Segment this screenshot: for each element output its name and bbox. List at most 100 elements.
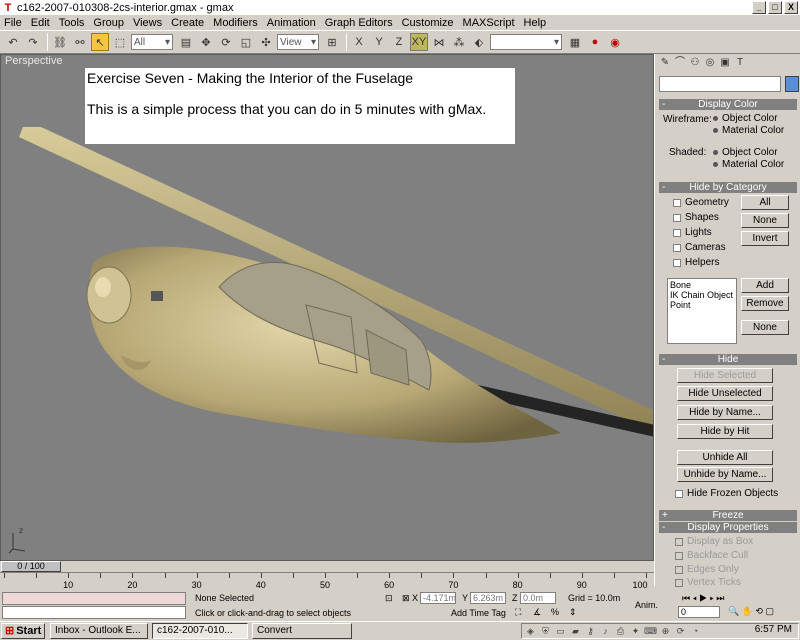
named-selection-dropdown[interactable]: ▾ <box>490 34 562 50</box>
minimize-button[interactable]: _ <box>752 1 766 14</box>
menu-tools[interactable]: Tools <box>59 17 85 29</box>
shield-icon[interactable]: ⛨ <box>539 625 552 637</box>
quick-render-icon[interactable]: ◉ <box>606 33 624 51</box>
hide-by-name-button[interactable]: Hide by Name... <box>677 405 773 420</box>
taskbar-outlook[interactable]: Inbox - Outlook E... <box>50 623 148 639</box>
speaker-icon[interactable]: ♪ <box>599 625 612 637</box>
start-button[interactable]: ⊞ Start <box>1 623 45 639</box>
folder-icon[interactable]: ▰ <box>569 625 582 637</box>
material-editor-icon[interactable]: ▦ <box>566 33 584 51</box>
shapes-checkbox[interactable]: Shapes <box>673 212 719 223</box>
absolute-mode-icon[interactable]: ⊠ <box>402 593 410 604</box>
undo-icon[interactable]: ↶ <box>4 33 22 51</box>
menu-help[interactable]: Help <box>524 17 547 29</box>
create-tab-icon[interactable]: ✎ <box>659 57 671 69</box>
hide-by-hit-button[interactable]: Hide by Hit <box>677 424 773 439</box>
move-icon[interactable]: ✥ <box>197 33 215 51</box>
snap-icon[interactable]: ⛶ <box>515 607 521 618</box>
select-by-name-icon[interactable]: ▤ <box>177 33 195 51</box>
y-coordinate-field[interactable]: 6.263m <box>470 592 506 604</box>
backface-cull-checkbox[interactable]: Backface Cull <box>675 550 748 561</box>
edges-only-checkbox[interactable]: Edges Only <box>675 564 739 575</box>
unhide-all-button[interactable]: Unhide All <box>677 450 773 465</box>
hierarchy-tab-icon[interactable]: ⚇ <box>689 57 701 69</box>
hide-selected-button[interactable]: Hide Selected <box>677 368 773 383</box>
region-select-icon[interactable]: ⬚ <box>111 33 129 51</box>
remove-button[interactable]: Remove <box>741 296 789 311</box>
taskbar-gmax[interactable]: c162-2007-010... <box>152 623 248 639</box>
vertex-ticks-checkbox[interactable]: Vertex Ticks <box>675 577 741 588</box>
printer-icon[interactable]: ⎙ <box>614 625 627 637</box>
hide-by-category-rollout[interactable]: - Hide by Category <box>659 182 797 193</box>
menu-maxscript[interactable]: MAXScript <box>463 17 515 29</box>
menu-group[interactable]: Group <box>93 17 124 29</box>
category-list[interactable]: Bone IK Chain Object Point <box>667 278 737 344</box>
menu-file[interactable]: File <box>4 17 22 29</box>
display-color-rollout[interactable]: - Display Color <box>659 99 797 110</box>
menu-create[interactable]: Create <box>171 17 204 29</box>
geometry-checkbox[interactable]: Geometry <box>673 197 729 208</box>
transform-gizmo-icon[interactable]: ✣ <box>257 33 275 51</box>
select-and-link-icon[interactable]: ⛓ <box>51 33 69 51</box>
array-icon[interactable]: ⁂ <box>450 33 468 51</box>
time-slider-thumb[interactable]: 0 / 100 <box>1 561 61 572</box>
lock-selection-icon[interactable]: ⊡ <box>385 593 393 604</box>
network-icon[interactable]: ◈ <box>524 625 537 637</box>
volume-icon[interactable]: ◔ <box>689 625 702 637</box>
maximize-button[interactable]: □ <box>768 1 782 14</box>
sync-icon[interactable]: ⟳ <box>674 625 687 637</box>
shaded-material-color-radio[interactable]: Material Color <box>713 159 784 170</box>
object-color-swatch[interactable] <box>785 76 799 92</box>
add-button[interactable]: Add <box>741 278 789 293</box>
unhide-by-name-button[interactable]: Unhide by Name... <box>677 467 773 482</box>
hide-frozen-checkbox[interactable]: Hide Frozen Objects <box>675 488 778 499</box>
menu-customize[interactable]: Customize <box>402 17 454 29</box>
modify-tab-icon[interactable]: ⌒ <box>674 57 686 69</box>
z-coordinate-field[interactable]: 0.0m <box>520 592 556 604</box>
current-frame-field[interactable]: 0 <box>678 606 720 618</box>
color-palette-icon[interactable]: ✦ <box>629 625 642 637</box>
object-name-field[interactable] <box>659 76 781 92</box>
list-none-button[interactable]: None <box>741 320 789 335</box>
spinner-snap-icon[interactable]: ⇕ <box>569 607 577 618</box>
lights-checkbox[interactable]: Lights <box>673 227 712 238</box>
viewport-label[interactable]: Perspective <box>5 55 62 67</box>
list-item[interactable]: Point <box>670 300 734 310</box>
pivot-center-icon[interactable]: ⊞ <box>323 33 341 51</box>
invert-button[interactable]: Invert <box>741 231 789 246</box>
viewport-nav-icons[interactable]: 🔍 ✋ ⟲ ▢ <box>728 606 774 617</box>
menu-modifiers[interactable]: Modifiers <box>213 17 258 29</box>
keyboard-icon[interactable]: ⌨ <box>644 625 657 637</box>
lock-icon[interactable]: ⚷ <box>584 625 597 637</box>
close-button[interactable]: X <box>784 1 798 14</box>
motion-tab-icon[interactable]: ◎ <box>704 57 716 69</box>
axis-x-icon[interactable]: X <box>350 33 368 51</box>
scale-icon[interactable]: ◱ <box>237 33 255 51</box>
selection-filter-dropdown[interactable]: All ▾ <box>131 34 173 50</box>
maxscript-listener-field[interactable] <box>2 592 186 605</box>
cameras-checkbox[interactable]: Cameras <box>673 242 726 253</box>
menu-graph-editors[interactable]: Graph Editors <box>325 17 393 29</box>
unlink-icon[interactable]: ⚯ <box>71 33 89 51</box>
menu-animation[interactable]: Animation <box>267 17 316 29</box>
select-object-icon[interactable]: ↖ <box>91 33 109 51</box>
rotate-icon[interactable]: ⟳ <box>217 33 235 51</box>
wireframe-material-color-radio[interactable]: Material Color <box>713 125 784 136</box>
antivirus-icon[interactable]: ⊕ <box>659 625 672 637</box>
hide-rollout[interactable]: - Hide <box>659 354 797 365</box>
display-tab-icon[interactable]: ▣ <box>719 57 731 69</box>
none-button[interactable]: None <box>741 213 789 228</box>
utilities-tab-icon[interactable]: T <box>734 57 746 69</box>
render-icon[interactable]: ● <box>586 33 604 51</box>
axis-xy-button[interactable]: XY <box>410 33 428 51</box>
axis-z-icon[interactable]: Z <box>390 33 408 51</box>
menu-views[interactable]: Views <box>133 17 162 29</box>
freeze-rollout[interactable]: + Freeze <box>659 510 797 521</box>
monitor-icon[interactable]: ▭ <box>554 625 567 637</box>
list-item[interactable]: Bone <box>670 280 734 290</box>
maxscript-output-field[interactable] <box>2 606 186 619</box>
mirror-icon[interactable]: ⋈ <box>430 33 448 51</box>
x-coordinate-field[interactable]: -4.171m <box>420 592 456 604</box>
wireframe-object-color-radio[interactable]: Object Color <box>713 113 778 124</box>
taskbar-convert[interactable]: Convert <box>252 623 352 639</box>
